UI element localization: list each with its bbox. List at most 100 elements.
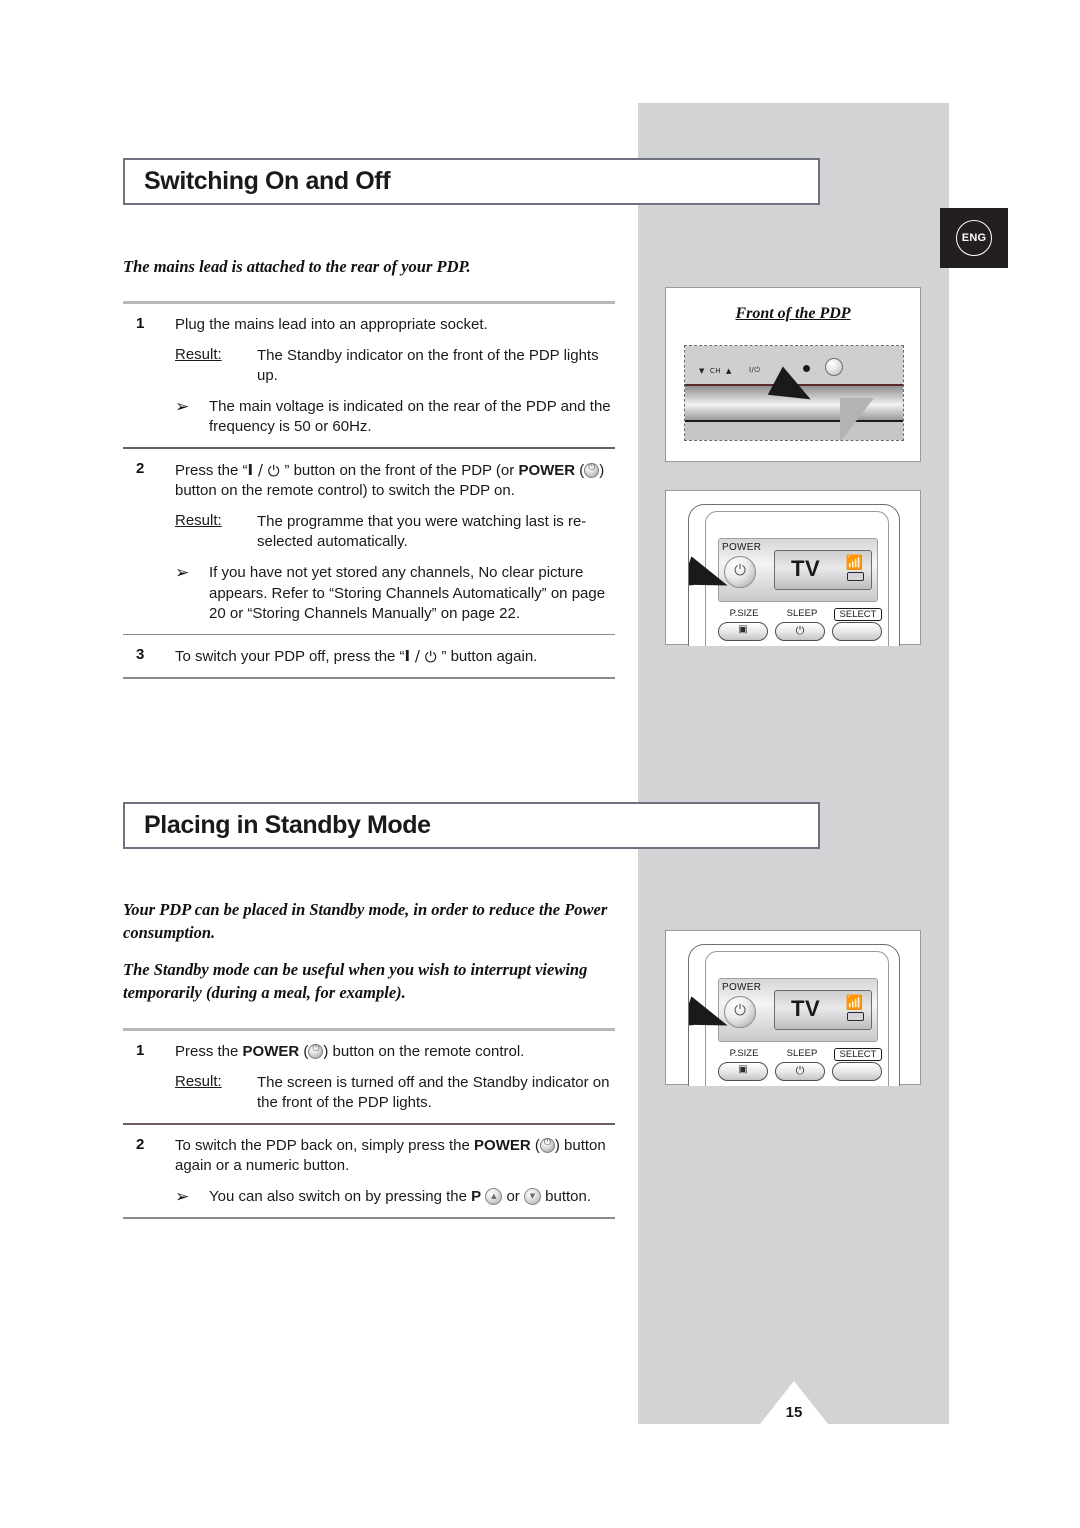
remote-display: TV 📶 — [774, 550, 872, 590]
key-label-select: SELECT — [834, 608, 882, 621]
figure-remote-control-standby: POWER TV 📶 P.SIZE SLEEP SELECT ▣ ⏻ — [665, 930, 921, 1086]
remote-key-labels: P.SIZE SLEEP SELECT — [718, 1048, 882, 1061]
remote-power-label: POWER — [722, 542, 762, 553]
step-text: Plug the mains lead into an appropriate … — [175, 316, 488, 333]
note-text: You can also switch on by pressing the P… — [209, 1187, 615, 1207]
result-label: Result: — [175, 1073, 222, 1091]
remote-key-row: ▣ ⏻ — [718, 622, 882, 641]
key-label-psize: P.SIZE — [729, 608, 759, 619]
section-heading-label: Switching On and Off — [144, 167, 391, 195]
signal-icon: 📶 — [845, 555, 863, 571]
result-text: The screen is turned off and the Standby… — [257, 1074, 610, 1112]
channel-up-button-icon — [485, 1188, 503, 1206]
io-power-glyph: ⏻ — [424, 648, 437, 667]
figure-remote-control-power: POWER TV 📶 P.SIZE SLEEP SELECT ▣ ⏻ — [665, 490, 921, 646]
step-number: 2 — [136, 1135, 145, 1153]
section-intro-standby-useful: The Standby mode can be useful when you … — [123, 960, 588, 1003]
step-text-part-a: Press the — [175, 1043, 243, 1060]
channel-down-icon: ▼ — [699, 366, 705, 375]
step-text-part-b: ” button on the front of the PDP (or — [284, 462, 519, 480]
keyword-power: POWER — [242, 1043, 300, 1060]
pdp-power-label: I/⏻ — [748, 366, 761, 374]
io-bar-glyph: I — [404, 647, 411, 666]
psize-key[interactable]: ▣ — [718, 1062, 768, 1081]
sleep-key-icon: ⏻ — [795, 1064, 805, 1077]
remote-display-mode: TV — [791, 996, 821, 1021]
power-io-glyph: I / ⏻ — [405, 647, 442, 666]
psize-key-icon: ▣ — [738, 624, 748, 635]
note-text-part-b: or — [502, 1188, 524, 1206]
psize-key[interactable]: ▣ — [718, 622, 768, 641]
language-badge: ENG — [940, 208, 1008, 268]
section-intro-mains-lead: The mains lead is attached to the rear o… — [123, 257, 471, 276]
section-heading-label: Placing in Standby Mode — [144, 811, 431, 839]
figure-front-of-pdp: Front of the PDP ▼ CH ▲ I/⏻ — [665, 287, 921, 462]
signal-icon: 📶 — [845, 995, 863, 1011]
step-text-part-b: ) button on the remote control. — [323, 1043, 525, 1060]
note-text: The main voltage is indicated on the rea… — [209, 398, 611, 436]
select-key[interactable] — [832, 622, 882, 641]
procedure-list-standby: 1 Press the POWER () button on the remot… — [123, 1028, 615, 1220]
remote-display-mode: TV — [791, 556, 821, 581]
section-heading-switching-on-and-off: Switching On and Off — [123, 158, 820, 205]
step-text-part-a: To switch the PDP back on, simply press … — [175, 1136, 475, 1154]
battery-icon — [847, 1012, 864, 1021]
channel-down-button-icon — [523, 1188, 541, 1206]
page-number: 15 — [785, 1404, 803, 1421]
step-text: Press the “I / ⏻ ” button on the front o… — [175, 460, 615, 501]
remote-key-row: ▣ ⏻ — [718, 1062, 882, 1081]
section-intro-standby-power: Your PDP can be placed in Standby mode, … — [123, 900, 608, 943]
standby-indicator-dot — [803, 365, 810, 372]
pdp-control-labels: ▼ CH ▲ I/⏻ — [699, 366, 760, 375]
key-label-psize: P.SIZE — [729, 1048, 759, 1059]
step-number: 3 — [136, 646, 145, 664]
procedure-step: 2 Press the “I / ⏻ ” button on the front… — [123, 449, 615, 634]
psize-key-icon: ▣ — [738, 1064, 748, 1075]
keyword-power: POWER — [518, 462, 576, 480]
step-number: 1 — [136, 1042, 145, 1059]
note-text: If you have not yet stored any channels,… — [209, 564, 606, 622]
pdp-front-illustration: ▼ CH ▲ I/⏻ — [684, 345, 904, 441]
channel-up-icon: ▲ — [726, 366, 732, 375]
step-text: Press the POWER () button on the remote … — [175, 1042, 615, 1062]
channel-label: CH — [709, 366, 722, 375]
procedure-step: 3 To switch your PDP off, press the “I /… — [123, 635, 615, 677]
sleep-key-icon: ⏻ — [795, 624, 805, 637]
remote-inner-shell: POWER TV 📶 P.SIZE SLEEP SELECT ▣ ⏻ — [705, 951, 889, 1086]
power-io-glyph: I / ⏻ — [248, 461, 285, 480]
step-number: 1 — [136, 315, 145, 332]
step-text-part-a: To switch your PDP off, press the “ — [175, 648, 405, 666]
remote-body: POWER TV 📶 P.SIZE SLEEP SELECT ▣ ⏻ — [688, 944, 900, 1086]
pdp-power-knob — [825, 358, 843, 376]
step-text: To switch your PDP off, press the “I / ⏻… — [175, 646, 615, 667]
note-text-part-a: You can also switch on by pressing the — [209, 1188, 472, 1206]
note-arrow-icon: ➢ — [175, 1187, 190, 1208]
procedure-list-switching-on: 1 Plug the mains lead into an appropriat… — [123, 301, 615, 679]
divider-bottom — [123, 677, 615, 679]
result-text: The Standby indicator on the front of th… — [257, 347, 599, 385]
remote-key-labels: P.SIZE SLEEP SELECT — [718, 608, 882, 621]
io-slash-glyph: / — [257, 461, 263, 480]
section-heading-placing-in-standby-mode: Placing in Standby Mode — [123, 802, 820, 849]
remote-body: POWER TV 📶 P.SIZE SLEEP SELECT ▣ ⏻ — [688, 504, 900, 646]
step-text-part-b: ” button again. — [441, 648, 538, 666]
paren-open: ( — [530, 1136, 540, 1154]
power-button-icon — [539, 1137, 555, 1153]
procedure-step: 1 Press the POWER () button on the remot… — [123, 1031, 615, 1123]
procedure-step: 2 To switch the PDP back on, simply pres… — [123, 1125, 615, 1218]
paren-open: ( — [575, 462, 585, 480]
keyword-power: POWER — [474, 1136, 531, 1154]
sleep-key[interactable]: ⏻ — [775, 1062, 825, 1081]
step-number: 2 — [136, 460, 145, 478]
pdp-stand-shape — [840, 398, 874, 440]
sleep-key[interactable]: ⏻ — [775, 622, 825, 641]
result-label: Result: — [175, 512, 222, 530]
result-label: Result: — [175, 346, 222, 364]
note-text-part-c: button. — [540, 1188, 592, 1206]
remote-display: TV 📶 — [774, 990, 872, 1030]
note-arrow-icon: ➢ — [175, 563, 190, 584]
note-arrow-icon: ➢ — [175, 397, 190, 418]
select-key[interactable] — [832, 1062, 882, 1081]
io-power-glyph: ⏻ — [267, 462, 280, 481]
key-label-select: SELECT — [834, 1048, 882, 1061]
